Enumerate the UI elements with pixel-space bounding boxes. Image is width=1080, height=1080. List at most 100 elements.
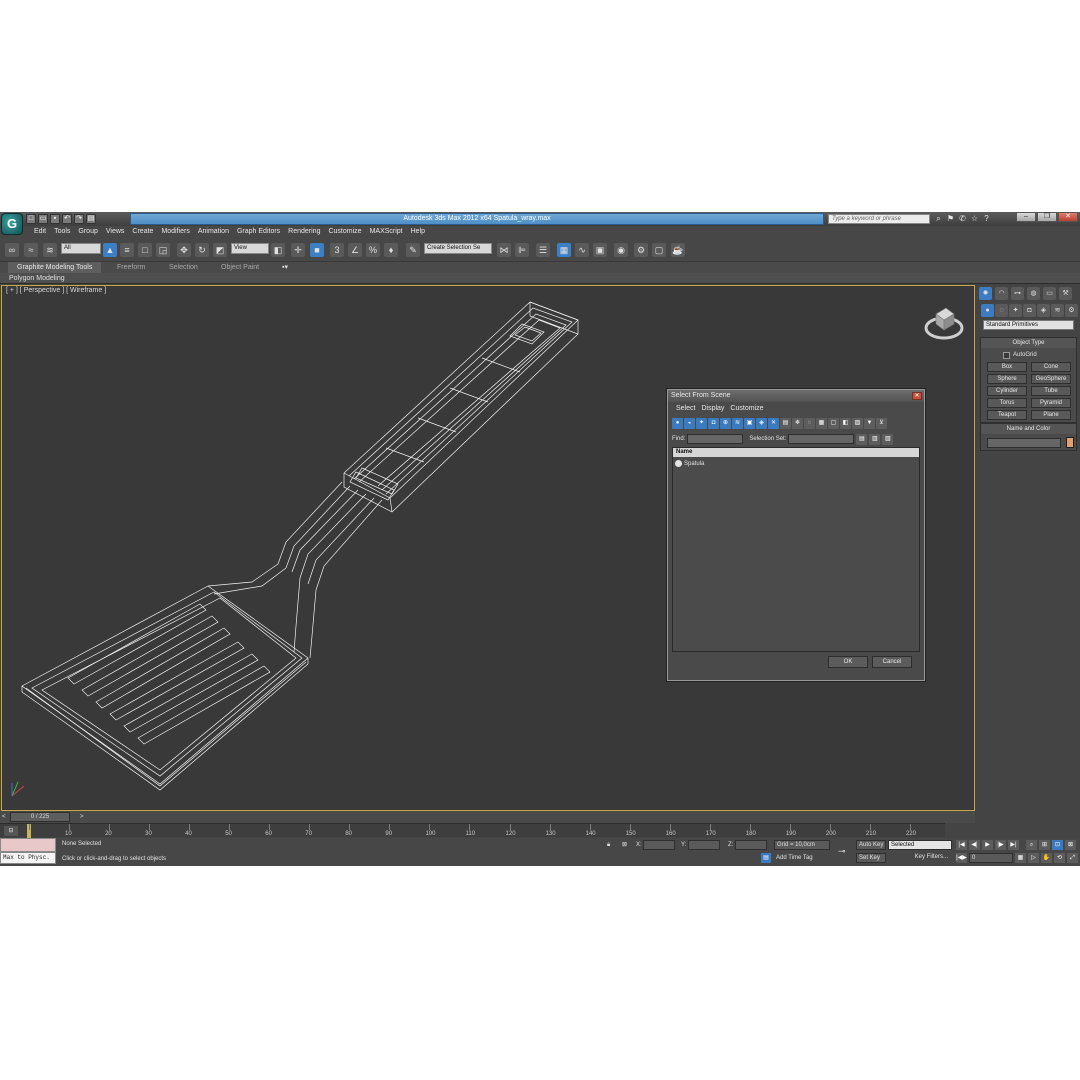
maximize-viewport-icon[interactable]: ⤢: [1067, 853, 1078, 863]
key-mode-dropdown[interactable]: Selected: [888, 840, 952, 850]
unlink-icon[interactable]: ≈: [24, 243, 38, 257]
select-manipulate-icon[interactable]: ✛: [291, 243, 305, 257]
minimize-button[interactable]: –: [1016, 212, 1036, 222]
z-coordinate-field[interactable]: [735, 840, 767, 850]
render-setup-icon[interactable]: ⚙: [634, 243, 648, 257]
open-icon[interactable]: ▭: [38, 214, 48, 224]
geosphere-button[interactable]: GeoSphere: [1031, 374, 1071, 384]
app-logo-icon[interactable]: G: [1, 213, 23, 235]
spinner-snap-icon[interactable]: ♦: [384, 243, 398, 257]
mirror-icon[interactable]: ⋈: [497, 243, 511, 257]
redo-icon[interactable]: ↷: [74, 214, 84, 224]
display-cameras-icon[interactable]: ◘: [708, 418, 719, 429]
auto-key-button[interactable]: Auto Key: [856, 840, 886, 850]
ribbon-panel-label[interactable]: Polygon Modeling: [0, 273, 1080, 284]
systems-category-icon[interactable]: ⚙: [1065, 304, 1078, 317]
absolute-mode-icon[interactable]: ⊠: [622, 840, 627, 850]
search-input[interactable]: Type a keyword or phrase: [828, 214, 930, 224]
shapes-category-icon[interactable]: ◌: [995, 304, 1008, 317]
goto-end-icon[interactable]: ▶|: [1008, 840, 1019, 850]
name-column-header[interactable]: Name: [673, 448, 919, 457]
display-shapes-icon[interactable]: ◒: [684, 418, 695, 429]
select-all-icon[interactable]: ▤: [856, 433, 868, 445]
scene-object-list[interactable]: Name Spatula: [672, 447, 920, 652]
sync-selection-icon[interactable]: ▨: [852, 418, 863, 429]
track-bar[interactable]: ⊟ 10 20 30 40 50 60 70 80 90 100 110 120 130 140 150 16…: [0, 823, 945, 838]
display-groups-icon[interactable]: ▣: [744, 418, 755, 429]
current-frame-field[interactable]: 0: [969, 853, 1013, 863]
binoculars-icon[interactable]: ⌕: [934, 214, 943, 223]
motion-tab-icon[interactable]: ◍: [1027, 287, 1040, 300]
dialog-menu-display[interactable]: Display: [701, 403, 724, 415]
percent-snap-icon[interactable]: %: [366, 243, 380, 257]
reference-coordinate-dropdown[interactable]: View: [231, 243, 269, 254]
menu-modifiers[interactable]: Modifiers: [157, 226, 193, 238]
create-tab-icon[interactable]: ✹: [979, 287, 992, 300]
display-spacewarps-icon[interactable]: ≋: [732, 418, 743, 429]
list-item[interactable]: Spatula: [675, 459, 704, 468]
time-prev-icon[interactable]: <: [2, 812, 6, 822]
restore-button[interactable]: ❐: [1037, 212, 1057, 222]
menu-maxscript[interactable]: MAXScript: [366, 226, 407, 238]
dialog-close-button[interactable]: ✕: [912, 392, 922, 400]
menu-create[interactable]: Create: [128, 226, 157, 238]
filter-icon[interactable]: ▼: [864, 418, 875, 429]
tube-button[interactable]: Tube: [1031, 386, 1071, 396]
cancel-button[interactable]: Cancel: [872, 656, 912, 668]
mini-curve-editor-icon[interactable]: ⊟: [4, 826, 18, 836]
tab-object-paint[interactable]: Object Paint: [212, 262, 268, 273]
cameras-category-icon[interactable]: ◘: [1023, 304, 1036, 317]
maxscript-listener-mini[interactable]: [0, 838, 56, 852]
maxscript-input[interactable]: Max to Physc.: [0, 852, 56, 864]
favorites-icon[interactable]: ☆: [970, 214, 979, 223]
keyboard-shortcut-override-icon[interactable]: ■: [310, 243, 324, 257]
move-icon[interactable]: ✥: [177, 243, 191, 257]
y-coordinate-field[interactable]: [688, 840, 720, 850]
primitive-category-dropdown[interactable]: Standard Primitives: [983, 320, 1074, 330]
modify-tab-icon[interactable]: ◠: [995, 287, 1008, 300]
new-icon[interactable]: □: [26, 214, 36, 224]
name-and-color-header[interactable]: Name and Color: [981, 424, 1076, 434]
menu-tools[interactable]: Tools: [50, 226, 74, 238]
tab-graphite-modeling-tools[interactable]: Graphite Modeling Tools: [8, 262, 102, 273]
ribbon-options-icon[interactable]: ▪▾: [273, 262, 297, 273]
help-icon[interactable]: ?: [982, 214, 991, 223]
close-button[interactable]: ✕: [1058, 212, 1078, 222]
teapot-button[interactable]: Teapot: [987, 410, 1027, 420]
filter-options-icon[interactable]: ⊻: [876, 418, 887, 429]
align-icon[interactable]: ⊫: [515, 243, 529, 257]
lock-selection-icon[interactable]: 🔒︎: [607, 840, 610, 850]
zoom-extents-icon[interactable]: ⊡: [1052, 840, 1063, 850]
menu-group[interactable]: Group: [74, 226, 101, 238]
cylinder-button[interactable]: Cylinder: [987, 386, 1027, 396]
key-mode-toggle-icon[interactable]: |◀▶: [956, 853, 967, 863]
menu-views[interactable]: Views: [102, 226, 129, 238]
display-containers-icon[interactable]: ▤: [780, 418, 791, 429]
find-input[interactable]: [687, 434, 744, 444]
pivot-center-icon[interactable]: ◧: [271, 243, 285, 257]
display-helpers-icon[interactable]: ⊕: [720, 418, 731, 429]
menu-rendering[interactable]: Rendering: [284, 226, 324, 238]
zoom-icon[interactable]: ⌕: [1026, 840, 1037, 850]
utilities-tab-icon[interactable]: ⚒: [1059, 287, 1072, 300]
ok-button[interactable]: OK: [828, 656, 868, 668]
selection-set-dropdown[interactable]: [788, 434, 855, 444]
field-of-view-icon[interactable]: ▷: [1028, 853, 1039, 863]
play-icon[interactable]: ▶: [982, 840, 993, 850]
orbit-icon[interactable]: ⟲: [1054, 853, 1065, 863]
cone-button[interactable]: Cone: [1031, 362, 1071, 372]
sphere-button[interactable]: Sphere: [987, 374, 1027, 384]
object-name-input[interactable]: [987, 438, 1061, 448]
menu-help[interactable]: Help: [407, 226, 429, 238]
undo-icon[interactable]: ↶: [62, 214, 72, 224]
lights-category-icon[interactable]: ✦: [1009, 304, 1022, 317]
torus-button[interactable]: Torus: [987, 398, 1027, 408]
edit-named-selection-icon[interactable]: ✎: [406, 243, 420, 257]
display-all-icon[interactable]: ▦: [816, 418, 827, 429]
menu-animation[interactable]: Animation: [194, 226, 233, 238]
spacewarps-category-icon[interactable]: ≋: [1051, 304, 1064, 317]
rectangular-selection-icon[interactable]: □: [138, 243, 152, 257]
pyramid-button[interactable]: Pyramid: [1031, 398, 1071, 408]
named-selection-dropdown[interactable]: Create Selection Se: [424, 243, 492, 254]
tab-selection[interactable]: Selection: [160, 262, 207, 273]
